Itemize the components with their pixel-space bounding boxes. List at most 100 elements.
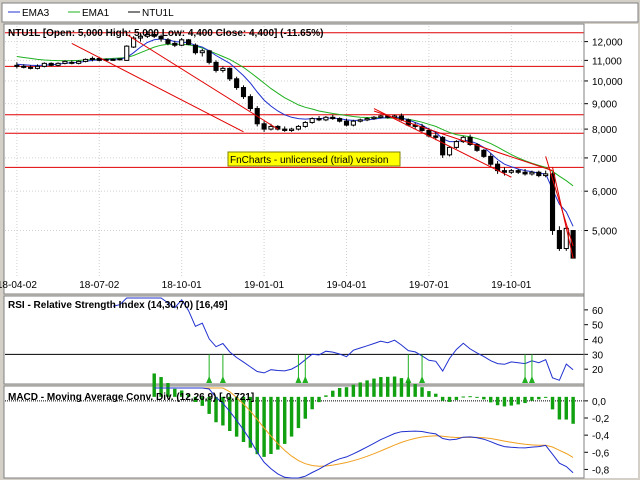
candle-body (124, 45, 130, 61)
macd-histogram-bar (550, 396, 555, 410)
macd-histogram-bar (255, 396, 259, 455)
candle-body (501, 170, 508, 173)
price-panel-title: NTU1L [Open: 5,000 High: 5,000 Low: 4,40… (8, 28, 323, 39)
candle-body (227, 67, 233, 80)
macd-tick-label: 0,0 (592, 397, 606, 408)
macd-histogram-bar (324, 395, 328, 397)
macd-histogram-bar (351, 384, 356, 397)
macd-histogram-bar (543, 396, 548, 398)
candle-body (433, 135, 439, 138)
macd-histogram-bar (296, 396, 301, 429)
candle-body (41, 62, 47, 67)
macd-histogram-bar (372, 378, 376, 397)
macd-tick-label: -0,4 (592, 431, 610, 442)
macd-histogram-bar (385, 376, 390, 397)
candle-body (364, 118, 370, 121)
macd-histogram-bar (420, 387, 424, 397)
legend-label-ema1: EMA1 (82, 8, 110, 19)
macd-histogram-bar (516, 396, 520, 405)
macd-histogram-bar (365, 380, 369, 397)
macd-histogram-bar (523, 396, 527, 404)
rsi-tick-label: 40 (592, 336, 604, 347)
rsi-tick-label: 30 (592, 350, 604, 361)
macd-histogram-bar (461, 396, 465, 398)
date-tick-label: 19-04-01 (326, 280, 366, 291)
macd-histogram-bar (502, 396, 507, 407)
candle-body (309, 118, 315, 123)
macd-histogram-bar (269, 396, 273, 455)
candle-body (453, 141, 459, 148)
candle-body (234, 78, 240, 89)
candle-body (82, 58, 89, 62)
macd-histogram-bar (317, 396, 321, 403)
macd-histogram-bar (557, 396, 562, 420)
macd-histogram-bar (358, 382, 362, 397)
macd-histogram-bar (427, 391, 431, 397)
rsi-tick-label: 60 (592, 306, 604, 317)
macd-histogram-bar (440, 396, 445, 401)
macd-histogram-bar (331, 390, 335, 397)
candle-body (543, 173, 549, 177)
macd-histogram-bar (303, 396, 308, 419)
chart-canvas: EMA3 EMA1 NTU1L 12,000 11,000 10,000 9,000 8,00… (0, 0, 640, 480)
candle-body (34, 65, 41, 69)
date-tick-label: 19-01-01 (244, 280, 284, 291)
price-tick-label: 5,000 (592, 227, 617, 238)
candle-body (213, 61, 219, 71)
axis-background (584, 24, 638, 478)
macd-histogram-bar (337, 387, 342, 397)
macd-histogram-bar (489, 396, 493, 403)
candle-body (240, 87, 247, 98)
macd-panel-title: MACD - Moving Average Conv. Div. (12,26,… (8, 392, 254, 403)
macd-histogram-bar (413, 384, 417, 397)
candle-body (289, 128, 295, 131)
candle-body (69, 61, 75, 64)
candle-body (76, 60, 82, 64)
macd-histogram-bar (344, 387, 349, 397)
candle-body (556, 230, 562, 250)
candle-body (508, 170, 514, 173)
candle-body (89, 57, 95, 60)
watermark-text: FnCharts - unlicensed (trial) version (230, 155, 388, 166)
candle-body (117, 58, 123, 61)
macd-histogram-bar (310, 396, 314, 410)
candle-body (357, 119, 363, 122)
candle-body (529, 171, 535, 175)
macd-histogram-bar (289, 396, 294, 437)
macd-histogram-bar (537, 396, 541, 400)
candle-body (378, 115, 384, 118)
macd-histogram-bar (454, 396, 459, 400)
chart-window: EMA3 EMA1 NTU1L 12,000 11,000 10,000 9,000 8,00… (0, 0, 640, 480)
macd-histogram-bar (564, 396, 568, 420)
candle-body (295, 125, 301, 130)
legend-label-ntu1l: NTU1L (142, 8, 174, 19)
candle-body (350, 120, 356, 126)
candle-body (247, 96, 253, 110)
candle-body (220, 67, 226, 71)
candle-body (522, 171, 528, 175)
candle-body (206, 50, 212, 63)
candle-body (62, 60, 68, 64)
candle-body (481, 149, 487, 157)
macd-histogram-bar (447, 396, 452, 402)
candle-body (199, 50, 205, 54)
candle-body (316, 118, 322, 121)
macd-histogram-bar (406, 381, 411, 397)
rsi-tick-label: 50 (592, 321, 604, 332)
price-tick-label: 7,000 (592, 154, 617, 165)
date-tick-label: 18-07-02 (79, 280, 119, 291)
candle-body (261, 123, 267, 130)
legend-label-ema3: EMA3 (22, 8, 50, 19)
candle-body (28, 66, 34, 69)
date-tick-label: 18-10-01 (162, 280, 202, 291)
date-tick-label: 18-04-02 (0, 280, 37, 291)
macd-histogram-bar (392, 376, 397, 397)
candle-body (282, 128, 288, 131)
candle-body (323, 116, 329, 121)
candle-body (515, 170, 521, 173)
macd-histogram-bar (530, 396, 534, 401)
candle-body (343, 120, 350, 126)
macd-histogram-bar (475, 396, 479, 398)
macd-tick-label: -0,2 (592, 414, 610, 425)
candle-body (446, 146, 453, 156)
